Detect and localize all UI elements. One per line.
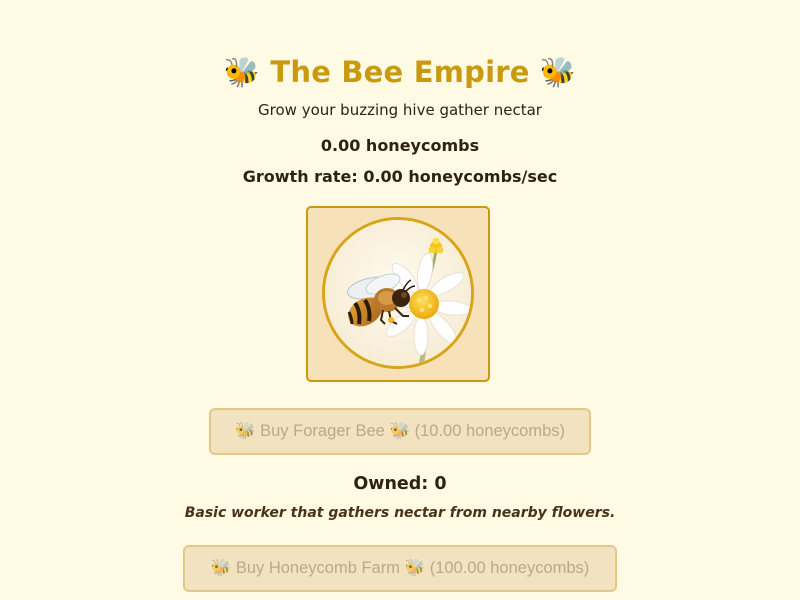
title-text: The Bee Empire bbox=[270, 55, 530, 89]
bee-icon: 🐝 bbox=[539, 55, 577, 89]
bee-image-frame bbox=[322, 217, 474, 369]
bee-icon: 🐝 bbox=[389, 422, 410, 440]
upgrade-description: Basic worker that gathers nectar from ne… bbox=[184, 505, 616, 521]
growth-rate: Growth rate: 0.00 honeycombs/sec bbox=[242, 167, 558, 186]
bee-on-flower-icon bbox=[325, 220, 471, 366]
upgrade-label: Buy Forager Bee bbox=[260, 422, 385, 440]
honeycomb-count: 0.00 honeycombs bbox=[320, 136, 480, 155]
bee-icon: 🐝 bbox=[210, 559, 232, 577]
bee-icon: 🐝 bbox=[234, 422, 256, 440]
page-title: 🐝 The Bee Empire 🐝 bbox=[0, 0, 800, 92]
bee-icon: 🐝 bbox=[223, 55, 261, 89]
buy-honeycomb-farm-button[interactable]: 🐝 Buy Honeycomb Farm 🐝 (100.00 honeycomb… bbox=[183, 545, 617, 592]
page-subtitle: Grow your buzzing hive gather nectar bbox=[258, 101, 542, 119]
bee-click-button[interactable] bbox=[306, 206, 490, 382]
buy-forager-bee-button[interactable]: 🐝 Buy Forager Bee 🐝 (10.00 honeycombs) bbox=[209, 408, 591, 455]
bee-icon: 🐝 bbox=[404, 559, 426, 577]
upgrade-label: Buy Honeycomb Farm bbox=[235, 559, 400, 577]
upgrade-cost: (100.00 honeycombs) bbox=[429, 559, 590, 577]
upgrade-cost: (10.00 honeycombs) bbox=[414, 422, 566, 440]
owned-count: Owned: 0 bbox=[353, 474, 447, 494]
app-container: 🐝 The Bee Empire 🐝 Grow your buzzing hiv… bbox=[0, 0, 800, 188]
